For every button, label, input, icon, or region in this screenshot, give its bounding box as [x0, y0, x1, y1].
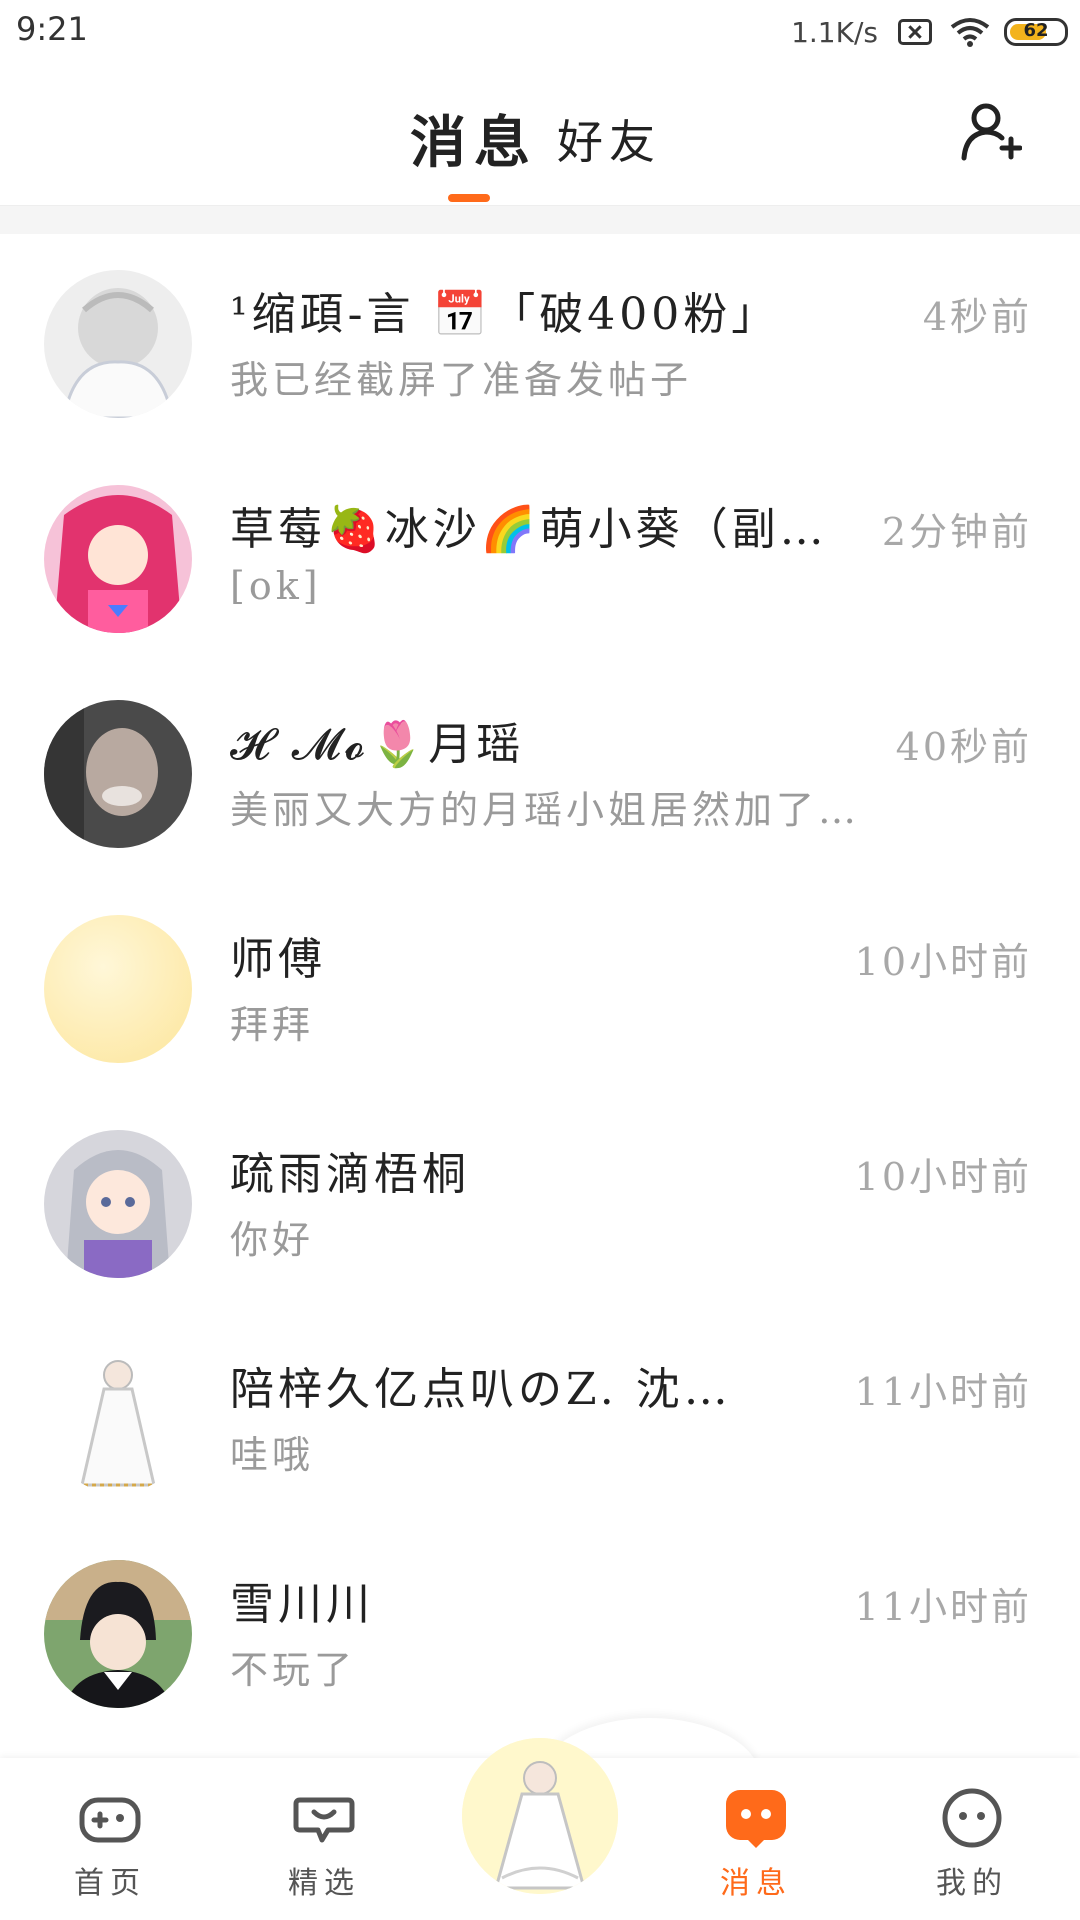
nav-featured[interactable]: 精选 [254, 1758, 394, 1920]
add-user-icon[interactable] [958, 100, 1022, 164]
gamepad-icon [79, 1797, 141, 1843]
avatar [44, 270, 192, 418]
status-time: 9:21 [16, 10, 88, 48]
contact-name: 陪梓久亿点叭のZ. 沈… [230, 1364, 732, 1415]
contact-name: 草莓🍓冰沙🌈萌小葵（副… [230, 504, 828, 555]
contact-name: 𝓗 𝓜𝓸🌷月瑶 [230, 719, 525, 770]
nav-label: 首页 [74, 1866, 146, 1901]
message-row[interactable]: 草莓🍓冰沙🌈萌小葵（副… [ok] 2分钟前 [0, 449, 1080, 664]
contact-name: ¹缩頙-言 📅「破400粉」 [230, 289, 780, 340]
message-row[interactable]: 𝓗 𝓜𝓸🌷月瑶 美丽又大方的月瑶小姐居然加了… 40秒前 [0, 664, 1080, 879]
contact-name: 师傅 [230, 934, 326, 985]
avatar [44, 700, 192, 848]
message-list: ¹缩頙-言 📅「破400粉」 我已经截屏了准备发帖子 4秒前 草莓🍓冰沙🌈萌小葵… [0, 234, 1080, 1739]
battery-percent: 62 [1023, 20, 1049, 41]
message-row[interactable]: ¹缩頙-言 📅「破400粉」 我已经截屏了准备发帖子 4秒前 [0, 234, 1080, 449]
message-preview: 你好 [230, 1218, 315, 1262]
heart-chat-icon [293, 1797, 355, 1843]
avatar [44, 915, 192, 1063]
avatar-button[interactable] [462, 1738, 618, 1894]
avatar [44, 1560, 192, 1708]
nav-profile[interactable]: 我的 [902, 1758, 1042, 1920]
message-preview: [ok] [230, 564, 322, 608]
divider-band [0, 206, 1080, 234]
message-preview: 美丽又大方的月瑶小姐居然加了… [230, 788, 861, 832]
message-time: 11小时前 [854, 1370, 1032, 1414]
network-speed: 1.1K/s [791, 15, 878, 49]
message-icon [726, 1790, 786, 1848]
no-sim-icon [898, 19, 932, 45]
tab-friends[interactable]: 好友 [557, 106, 661, 172]
message-row[interactable]: 陪梓久亿点叭のZ. 沈… 哇哦 11小时前 [0, 1309, 1080, 1524]
status-bar: 9:21 1.1K/s 62 [0, 0, 1080, 60]
active-tab-indicator [448, 194, 490, 202]
message-row[interactable]: 疏雨滴梧桐 你好 10小时前 [0, 1094, 1080, 1309]
message-row[interactable]: 雪川川 不玩了 11小时前 [0, 1524, 1080, 1739]
message-row[interactable]: 师傅 拜拜 10小时前 [0, 879, 1080, 1094]
nav-label: 精选 [288, 1866, 360, 1901]
message-preview: 拜拜 [230, 1003, 315, 1047]
nav-label: 我的 [936, 1866, 1008, 1901]
battery-icon: 62 [1004, 18, 1068, 46]
message-time: 2分钟前 [881, 510, 1032, 554]
message-time: 4秒前 [922, 295, 1032, 339]
status-icons: 1.1K/s 62 [791, 14, 1068, 50]
message-time: 11小时前 [854, 1585, 1032, 1629]
nav-label: 消息 [720, 1866, 792, 1901]
message-time: 10小时前 [854, 1155, 1032, 1199]
tab-messages[interactable]: 消息 [410, 98, 538, 179]
message-preview: 我已经截屏了准备发帖子 [230, 358, 693, 402]
face-icon [942, 1788, 1002, 1848]
wifi-icon [950, 18, 990, 47]
header: 消息 好友 [0, 60, 1080, 206]
avatar [44, 1130, 192, 1278]
message-preview: 哇哦 [230, 1433, 315, 1477]
nav-home[interactable]: 首页 [40, 1758, 180, 1920]
contact-name: 雪川川 [230, 1579, 374, 1630]
message-time: 10小时前 [854, 940, 1032, 984]
contact-name: 疏雨滴梧桐 [230, 1149, 470, 1200]
message-preview: 不玩了 [230, 1648, 357, 1692]
avatar [44, 1345, 192, 1493]
nav-messages[interactable]: 消息 [686, 1758, 826, 1920]
avatar [44, 485, 192, 633]
message-time: 40秒前 [895, 725, 1032, 769]
